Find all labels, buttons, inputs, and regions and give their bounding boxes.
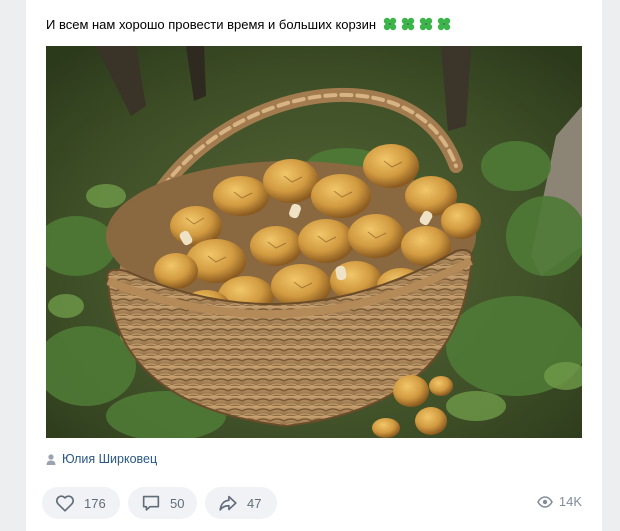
author-name: Юлия Ширковец [62, 452, 158, 466]
clover-emoji-group [380, 17, 452, 32]
view-counter: 14K [536, 494, 582, 509]
post-actions: 176 50 47 [42, 487, 277, 519]
heart-icon [56, 495, 74, 512]
basket-of-morel-mushrooms-photo [46, 46, 582, 438]
comment-count: 50 [170, 495, 185, 511]
comment-button[interactable]: 50 [128, 487, 197, 519]
share-arrow-icon [219, 495, 237, 511]
eye-icon [536, 495, 553, 508]
share-button[interactable]: 47 [205, 487, 277, 519]
four-leaf-clover-icon [383, 17, 396, 31]
post-card: И всем нам хорошо провести время и больш… [26, 0, 602, 531]
comment-icon [142, 495, 160, 511]
like-button[interactable]: 176 [42, 487, 120, 519]
share-count: 47 [247, 495, 262, 511]
person-icon [46, 453, 56, 465]
post-text: И всем нам хорошо провести время и больш… [46, 14, 452, 36]
post-text-content: И всем нам хорошо провести время и больш… [46, 17, 377, 32]
post-photo[interactable] [46, 46, 582, 438]
four-leaf-clover-icon [437, 17, 450, 31]
four-leaf-clover-icon [419, 17, 432, 31]
four-leaf-clover-icon [401, 17, 414, 31]
like-count: 176 [84, 495, 106, 511]
view-count: 14K [558, 494, 582, 509]
post-author[interactable]: Юлия Ширковец [46, 450, 157, 468]
